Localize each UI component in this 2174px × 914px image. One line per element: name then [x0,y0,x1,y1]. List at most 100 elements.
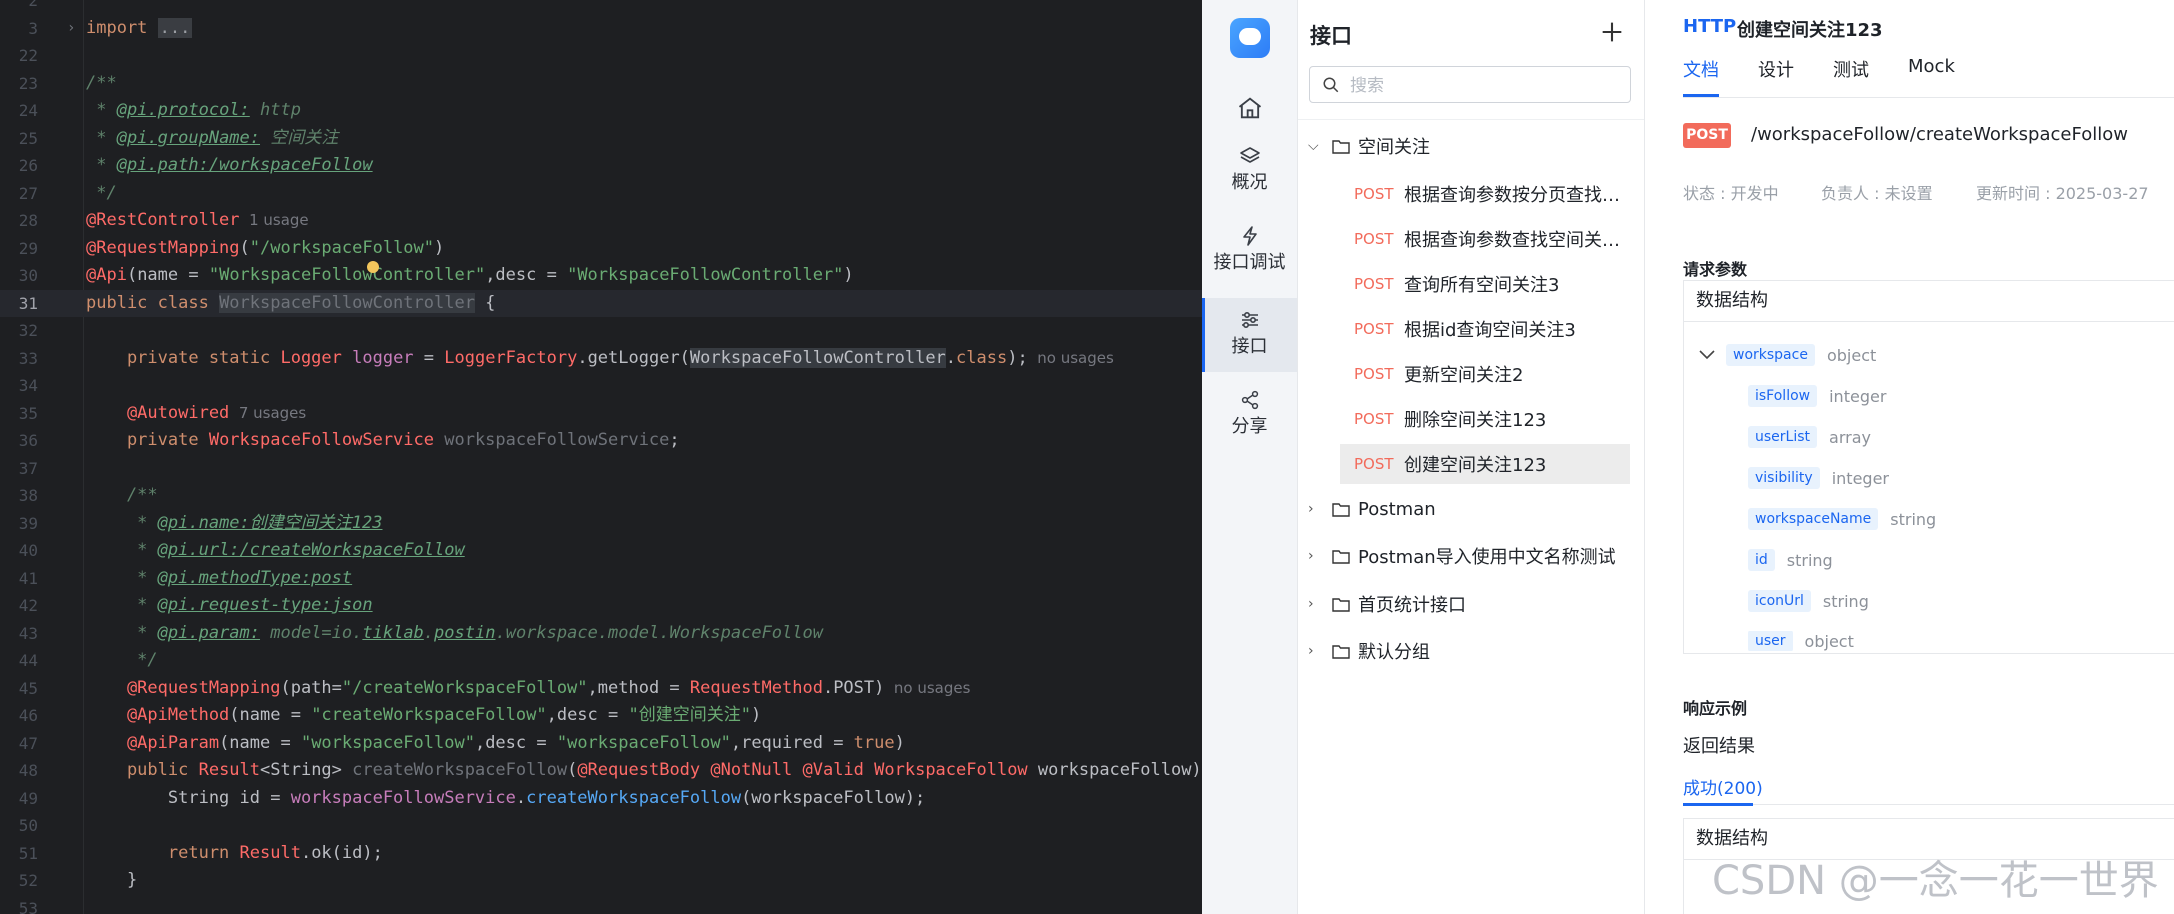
code-token: no usages [884,678,971,697]
api-method: POST [1354,185,1394,203]
code-line[interactable]: 34 [0,372,1202,400]
code-token: .POST) [822,677,885,698]
code-line[interactable]: 45 @RequestMapping(path="/createWorkspac… [0,675,1202,703]
code-text: public Result<String> createWorkspaceFol… [86,757,1202,785]
field-name: iconUrl [1748,590,1811,612]
line-number: 51 [18,843,38,863]
code-line[interactable]: 3 › import ... [0,15,1202,43]
detail-tabs: 文档 设计 测试 Mock [1683,56,1994,97]
code-token: @RequestBody @NotNull @Valid [577,760,875,780]
code-line[interactable]: 31 public class WorkspaceFollowController… [0,289,1202,317]
code-token: * [86,622,158,643]
folder-icon [1332,503,1350,517]
nav-api[interactable]: 接口 [1202,298,1297,372]
nav-api-debug[interactable]: 接口调试 [1202,220,1297,282]
code-text: @ApiMethod(name = "createWorkspaceFollow… [86,702,761,730]
fold-chevron-icon[interactable]: › [67,15,75,43]
code-token: Result [239,842,301,863]
api-item[interactable]: POST 根据id查询空间关注3 [1340,309,1630,349]
code-line[interactable]: 51 return Result.ok(id); [0,840,1202,868]
response-example-heading: 响应示例 [1683,699,1748,718]
tab-design[interactable]: 设计 [1758,56,1794,97]
api-method: POST [1354,320,1394,338]
code-token: workspaceFollow){ [1037,760,1202,780]
code-text: } [86,867,137,895]
api-item[interactable]: POST 根据查询参数查找空间关注2 [1340,219,1630,259]
add-icon[interactable] [1598,18,1626,46]
folder-home-stats[interactable]: › 首页统计接口 [1308,588,1466,620]
code-token: @ApiParam [86,732,220,753]
code-line[interactable]: 27 */ [0,180,1202,208]
code-line[interactable]: 33 private static Logger logger = Logger… [0,345,1202,373]
code-line[interactable]: 23 /** [0,70,1202,98]
code-line[interactable]: 41 * @pi.methodType:post [0,565,1202,593]
line-number: 48 [18,761,38,780]
code-line[interactable]: 49 String id = workspaceFollowService.cr… [0,785,1202,813]
code-token: @pi.name:创建空间关注123 [157,512,383,533]
code-line[interactable]: 22 [0,42,1202,70]
code-token: /** [86,485,158,505]
tab-success-200[interactable]: 成功(200) [1683,774,1763,799]
code-line[interactable]: 26 * @pi.path:/workspaceFollow [0,152,1202,180]
code-line[interactable]: 38 /** [0,482,1202,510]
code-line[interactable]: 25 * @pi.groupName: 空间关注 [0,125,1202,153]
code-token: http [249,100,301,120]
nav-share[interactable]: 分享 [1202,384,1297,446]
line-number: 37 [18,458,38,478]
api-item[interactable]: POST 根据查询参数按分页查找空... [1340,174,1630,214]
code-text: */ [86,180,117,208]
lightbulb-icon[interactable] [367,261,379,273]
code-line[interactable]: 37 [0,455,1202,483]
code-line[interactable]: 28 @RestController 1 usage [0,207,1202,235]
code-token: no usages [1027,348,1114,367]
code-line[interactable]: 42 * @pi.request-type:json [0,592,1202,620]
code-line[interactable]: 24 * @pi.protocol: http [0,97,1202,125]
code-token: model=io. [260,622,363,643]
folder-label: Postman导入使用中文名称测试 [1358,547,1616,568]
code-line[interactable]: 46 @ApiMethod(name = "createWorkspaceFol… [0,702,1202,730]
code-token: ( [239,237,250,258]
tab-docs[interactable]: 文档 [1683,56,1719,97]
code-line[interactable]: 47 @ApiParam(name = "workspaceFollow",de… [0,730,1202,758]
code-line[interactable]: 35 @Autowired 7 usages [0,400,1202,428]
code-line[interactable]: 39 * @pi.name:创建空间关注123 [0,510,1202,538]
code-token: public [86,760,199,780]
folder-postman-chinese[interactable]: › Postman导入使用中文名称测试 [1308,540,1616,572]
line-number: 52 [18,871,38,890]
code-line[interactable]: 52 } [0,867,1202,895]
line-number: 30 [18,266,38,285]
api-item[interactable]: POST 更新空间关注2 [1340,354,1630,394]
api-item-selected[interactable]: POST 创建空间关注123 [1340,444,1630,484]
layers-icon [1239,147,1260,163]
nav-overview[interactable]: 概况 [1202,140,1297,202]
code-line[interactable]: 40 * @pi.url:/createWorkspaceFollow [0,537,1202,565]
api-name: 更新空间关注2 [1404,365,1524,386]
search-icon [1323,77,1339,93]
code-line[interactable]: 50 [0,812,1202,840]
tab-test[interactable]: 测试 [1833,56,1869,97]
code-line[interactable]: 53 [0,895,1202,914]
line-number: 2 [28,0,38,10]
code-token: */ [86,182,117,203]
code-line[interactable]: 30 @Api(name = "WorkspaceFollowController… [0,262,1202,290]
search-input[interactable] [1348,73,1622,99]
protocol-label: HTTP [1683,16,1737,37]
folder-space-follow[interactable]: ⌵ 空间关注 [1308,130,1430,162]
code-line[interactable]: 32 [0,317,1202,345]
code-line[interactable]: 43 * @pi.param: model=io.tiklab.postin.w… [0,620,1202,648]
folder-default-group[interactable]: › 默认分组 [1308,635,1430,667]
code-line[interactable]: 36 private WorkspaceFollowService worksp… [0,427,1202,455]
tab-mock[interactable]: Mock [1908,56,1955,97]
api-item[interactable]: POST 删除空间关注123 [1340,399,1630,439]
chevron-down-icon[interactable] [1698,349,1716,361]
code-editor[interactable]: 2 3 › import ... 22 23/** 24 * @pi.protocol: h… [0,0,1202,914]
code-line[interactable]: 29 @RequestMapping("/workspaceFollow") [0,235,1202,263]
code-line[interactable]: 48 public Result<String> createWorkspace… [0,757,1202,785]
code-line[interactable]: 44 */ [0,647,1202,675]
field-row-root[interactable]: workspace object [1698,344,1876,366]
nav-home[interactable] [1202,86,1297,130]
field-row: isFollow integer [1748,385,1886,407]
api-item[interactable]: POST 查询所有空间关注3 [1340,264,1630,304]
folder-postman[interactable]: › Postman [1308,493,1436,525]
code-line[interactable]: 2 [0,0,1202,15]
